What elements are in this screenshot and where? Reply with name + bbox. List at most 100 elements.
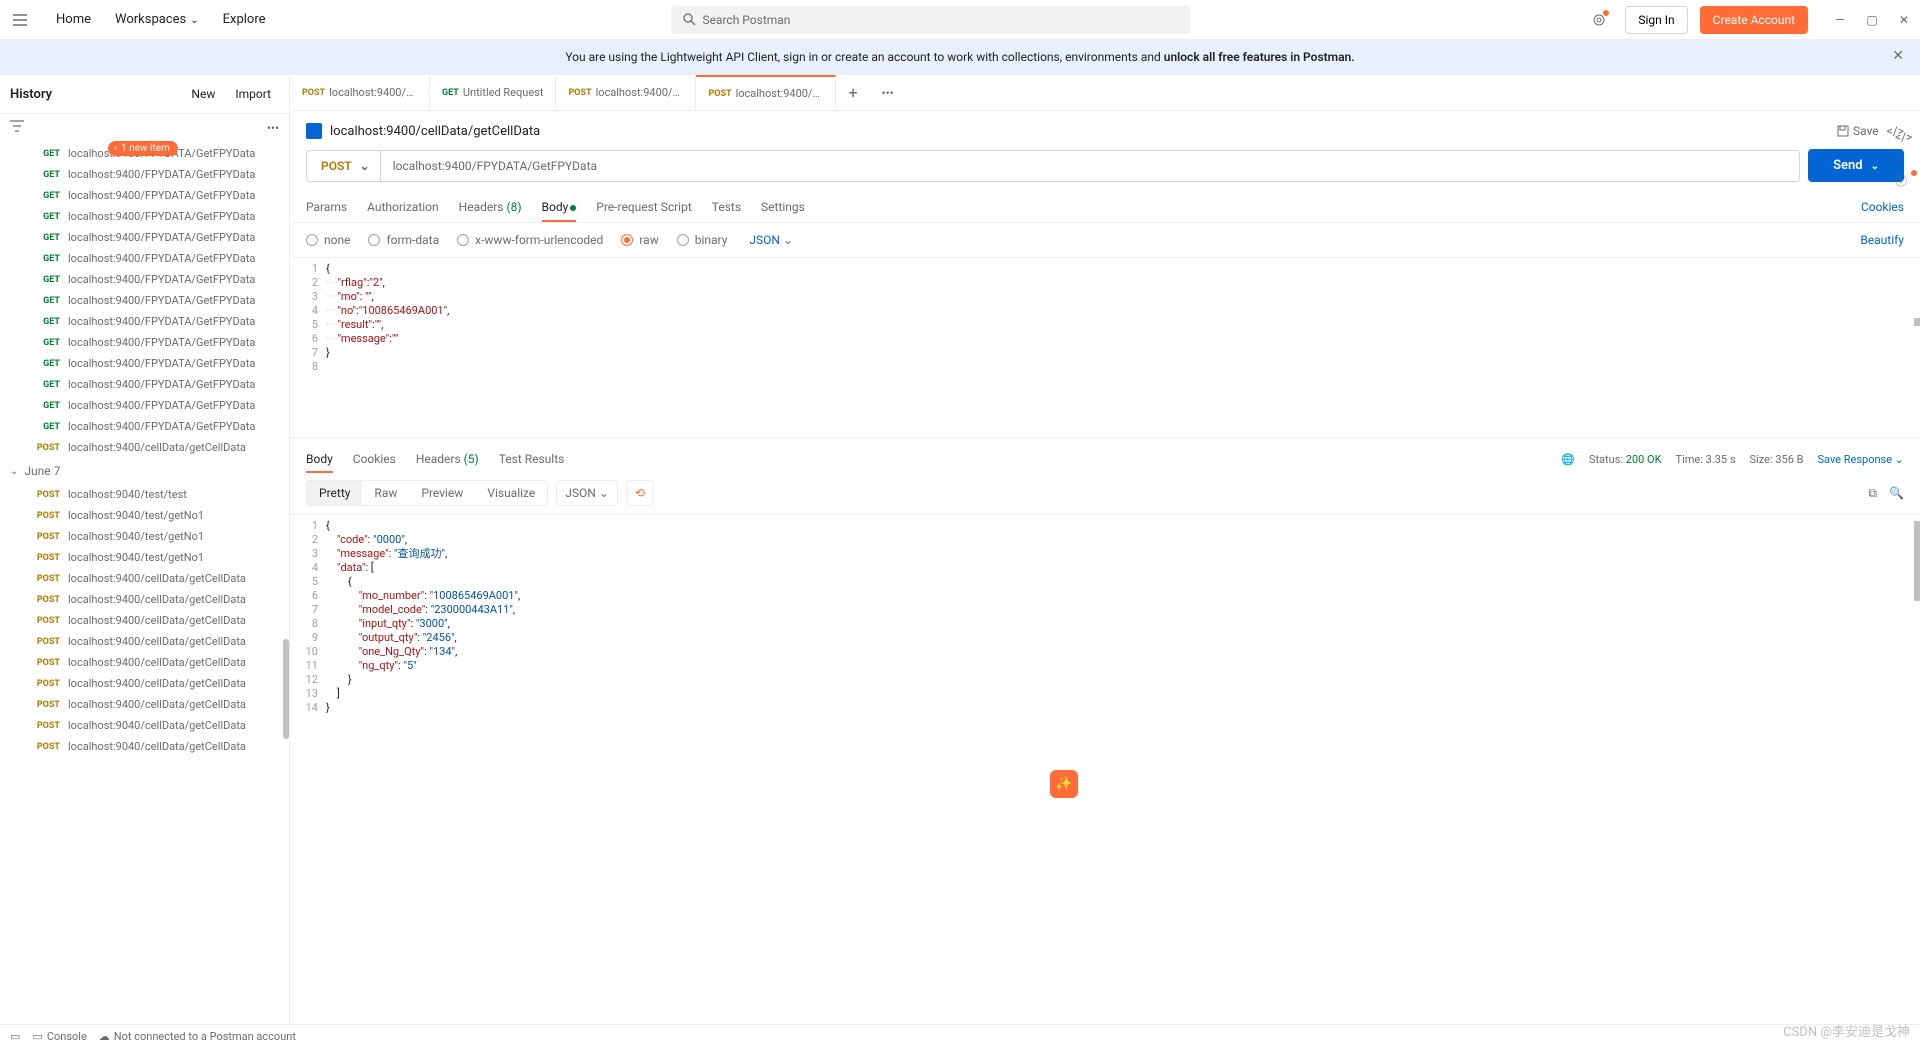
cookies-link[interactable]: Cookies xyxy=(1861,200,1904,214)
radio-none[interactable]: none xyxy=(306,233,350,247)
resp-tab-cookies[interactable]: Cookies xyxy=(353,446,396,472)
history-item[interactable]: GETlocalhost:9400/FPYDATA/GetFPYData xyxy=(0,416,289,437)
tab-params[interactable]: Params xyxy=(306,192,347,222)
date-group[interactable]: June 7 xyxy=(0,458,289,484)
search-input[interactable]: Search Postman xyxy=(671,6,1191,34)
resp-tab-headers[interactable]: Headers (5) xyxy=(416,446,479,472)
rail-code-icon[interactable]: </> xyxy=(1895,130,1913,148)
tab-headers[interactable]: Headers (8) xyxy=(459,192,522,222)
more-icon[interactable]: ••• xyxy=(267,121,279,135)
sidebar-title: History xyxy=(10,87,52,102)
add-tab-icon[interactable]: + xyxy=(836,83,869,102)
history-item[interactable]: POSTlocalhost:9040/cellData/getCellData xyxy=(0,736,289,757)
tab-body[interactable]: Body xyxy=(542,192,577,222)
filter-icon[interactable] xyxy=(10,120,267,135)
http-icon xyxy=(306,123,322,139)
search-icon xyxy=(683,13,696,26)
history-item[interactable]: POSTlocalhost:9040/test/getNo1 xyxy=(0,505,289,526)
banner-bold: unlock all free features in Postman. xyxy=(1164,50,1355,64)
history-item[interactable]: POSTlocalhost:9400/cellData/getCellData xyxy=(0,610,289,631)
request-tab[interactable]: POSTlocalhost:9400/cellData xyxy=(696,75,836,110)
request-tab[interactable]: GETUntitled Request xyxy=(430,75,556,110)
history-item[interactable]: POSTlocalhost:9400/cellData/getCellData xyxy=(0,631,289,652)
format-dropdown[interactable]: JSON xyxy=(749,233,793,247)
hamburger-icon[interactable] xyxy=(8,8,32,32)
response-body[interactable]: 1234567891011121314 { "code": "0000", "m… xyxy=(290,514,1920,1028)
history-item[interactable]: GETlocalhost:9400/FPYDATA/GetFPYData xyxy=(0,374,289,395)
new-item-pill[interactable]: 1 new item xyxy=(108,141,178,156)
history-item[interactable]: POSTlocalhost:9040/cellData/getCellData xyxy=(0,715,289,736)
minimize-icon[interactable]: — xyxy=(1832,12,1848,28)
radio-raw[interactable]: raw xyxy=(621,233,658,247)
tab-authorization[interactable]: Authorization xyxy=(367,192,439,222)
view-preview[interactable]: Preview xyxy=(409,481,475,505)
history-item[interactable]: GETlocalhost:9400/FPYDATA/GetFPYData xyxy=(0,311,289,332)
history-item[interactable]: GETlocalhost:9400/FPYDATA/GetFPYData xyxy=(0,185,289,206)
view-raw[interactable]: Raw xyxy=(362,481,409,505)
nav-workspaces[interactable]: Workspaces xyxy=(103,12,211,27)
history-item[interactable]: POSTlocalhost:9040/test/test xyxy=(0,484,289,505)
request-body-editor[interactable]: 12345678 { ····"rflag":"2", ····"mo": ""… xyxy=(290,257,1920,437)
save-button[interactable]: Save xyxy=(1837,124,1879,138)
save-response-link[interactable]: Save Response xyxy=(1817,453,1904,466)
console-link[interactable]: ▭ Console xyxy=(32,1030,86,1043)
tab-tests[interactable]: Tests xyxy=(712,192,741,222)
footer-panel-icon[interactable]: ▭ xyxy=(10,1030,20,1043)
history-item[interactable]: GETlocalhost:9400/FPYDATA/GetFPYData xyxy=(0,248,289,269)
cloud-status[interactable]: ☁ Not connected to a Postman account xyxy=(99,1030,296,1043)
history-item[interactable]: GETlocalhost:9400/FPYDATA/GetFPYData xyxy=(0,395,289,416)
close-icon[interactable]: ✕ xyxy=(1896,12,1912,28)
import-button[interactable]: Import xyxy=(227,83,279,105)
globe-icon[interactable]: 🌐 xyxy=(1561,453,1575,466)
history-item[interactable]: GETlocalhost:9400/FPYDATA/GetFPYData xyxy=(0,269,289,290)
rail-info-icon[interactable]: ⓘ xyxy=(1895,172,1913,190)
wrap-icon[interactable]: ⟲ xyxy=(626,480,654,506)
tab-prerequest[interactable]: Pre-request Script xyxy=(596,192,691,222)
search-response-icon[interactable]: 🔍 xyxy=(1889,486,1904,501)
radio-binary[interactable]: binary xyxy=(677,233,728,247)
history-item[interactable]: GETlocalhost:9400/FPYDATA/GetFPYData xyxy=(0,206,289,227)
history-item[interactable]: POSTlocalhost:9400/cellData/getCellData xyxy=(0,673,289,694)
history-item[interactable]: GETlocalhost:9400/FPYDATA/GetFPYData xyxy=(0,164,289,185)
history-item[interactable]: GETlocalhost:9400/FPYDATA/GetFPYData xyxy=(0,353,289,374)
signin-button[interactable]: Sign In xyxy=(1625,6,1687,34)
history-item[interactable]: POSTlocalhost:9400/cellData/getCellData xyxy=(0,589,289,610)
footer: ▭ ▭ Console ☁ Not connected to a Postman… xyxy=(0,1024,1920,1048)
history-item[interactable]: GETlocalhost:9400/FPYDATA/GetFPYData xyxy=(0,332,289,353)
view-pretty[interactable]: Pretty xyxy=(307,481,362,505)
tab-settings[interactable]: Settings xyxy=(761,192,805,222)
create-account-button[interactable]: Create Account xyxy=(1700,6,1808,34)
nav-home[interactable]: Home xyxy=(44,12,103,27)
history-item[interactable]: POSTlocalhost:9040/test/getNo1 xyxy=(0,547,289,568)
request-tab[interactable]: POSTlocalhost:9400/FPYDAT xyxy=(556,75,696,110)
tab-more-icon[interactable]: ••• xyxy=(870,86,906,100)
history-list[interactable]: 1 new item GETlocalhost:9400/FPYDATA/Get… xyxy=(0,139,289,1028)
radio-urlencoded[interactable]: x-www-form-urlencoded xyxy=(457,233,603,247)
url-input[interactable]: localhost:9400/FPYDATA/GetFPYData xyxy=(380,150,1800,182)
scrollbar-thumb[interactable] xyxy=(1914,318,1920,326)
history-item[interactable]: POSTlocalhost:9400/cellData/getCellData xyxy=(0,652,289,673)
history-item[interactable]: GETlocalhost:9400/FPYDATA/GetFPYData xyxy=(0,290,289,311)
beautify-link[interactable]: Beautify xyxy=(1860,233,1904,247)
radio-formdata[interactable]: form-data xyxy=(368,233,439,247)
method-select[interactable]: POST xyxy=(306,150,380,182)
maximize-icon[interactable]: ▢ xyxy=(1864,12,1880,28)
history-item[interactable]: POSTlocalhost:9400/cellData/getCellData xyxy=(0,568,289,589)
response-format-dropdown[interactable]: JSON xyxy=(556,480,618,506)
history-item[interactable]: POSTlocalhost:9400/cellData/getCellData xyxy=(0,437,289,458)
request-tab[interactable]: POSTlocalhost:9400/cellData xyxy=(290,75,430,110)
copy-icon[interactable]: ⧉ xyxy=(1868,486,1877,501)
watermark: CSDN @李安迪是戈神 xyxy=(1783,1021,1910,1040)
scrollbar-thumb[interactable] xyxy=(1914,521,1920,601)
banner-text: You are using the Lightweight API Client… xyxy=(565,50,1163,64)
history-item[interactable]: POSTlocalhost:9400/cellData/getCellData xyxy=(0,694,289,715)
settings-icon[interactable] xyxy=(1585,6,1613,34)
scrollbar-thumb[interactable] xyxy=(283,639,289,739)
resp-tab-tests[interactable]: Test Results xyxy=(499,446,565,472)
history-item[interactable]: GETlocalhost:9400/FPYDATA/GetFPYData xyxy=(0,227,289,248)
new-button[interactable]: New xyxy=(183,83,223,105)
nav-explore[interactable]: Explore xyxy=(211,12,278,27)
history-item[interactable]: POSTlocalhost:9040/test/getNo1 xyxy=(0,526,289,547)
resp-tab-body[interactable]: Body xyxy=(306,446,333,472)
view-visualize[interactable]: Visualize xyxy=(475,481,547,505)
